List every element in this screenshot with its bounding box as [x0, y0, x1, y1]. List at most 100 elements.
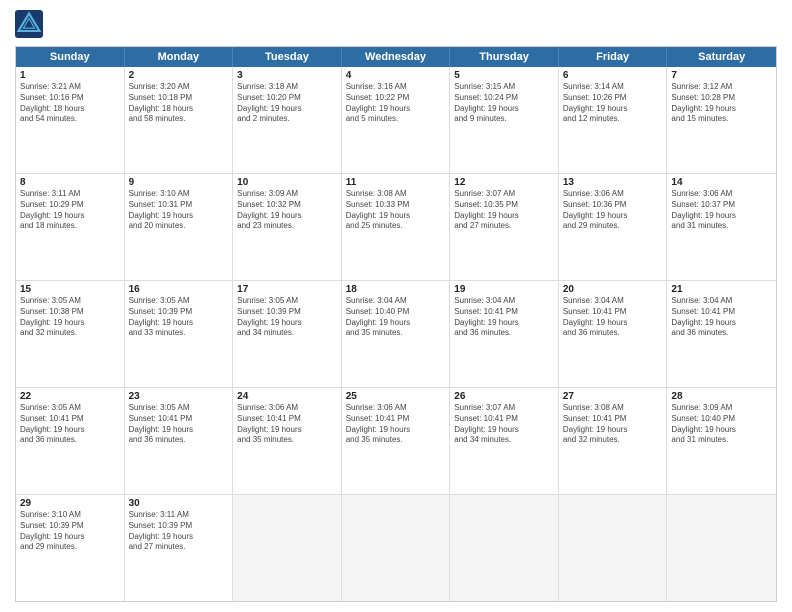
header: [15, 10, 777, 38]
day-info: Sunrise: 3:05 AM Sunset: 10:41 PM Daylig…: [129, 403, 229, 446]
header-day-saturday: Saturday: [667, 47, 776, 67]
day-cell-25: 25Sunrise: 3:06 AM Sunset: 10:41 PM Dayl…: [342, 388, 451, 494]
day-info: Sunrise: 3:05 AM Sunset: 10:38 PM Daylig…: [20, 296, 120, 339]
header-day-friday: Friday: [559, 47, 668, 67]
day-cell-22: 22Sunrise: 3:05 AM Sunset: 10:41 PM Dayl…: [16, 388, 125, 494]
page: SundayMondayTuesdayWednesdayThursdayFrid…: [0, 0, 792, 612]
day-info: Sunrise: 3:04 AM Sunset: 10:41 PM Daylig…: [454, 296, 554, 339]
day-info: Sunrise: 3:06 AM Sunset: 10:36 PM Daylig…: [563, 189, 663, 232]
calendar-row-2: 8Sunrise: 3:11 AM Sunset: 10:29 PM Dayli…: [16, 173, 776, 280]
day-cell-11: 11Sunrise: 3:08 AM Sunset: 10:33 PM Dayl…: [342, 174, 451, 280]
day-cell-3: 3Sunrise: 3:18 AM Sunset: 10:20 PM Dayli…: [233, 67, 342, 173]
day-number: 14: [671, 177, 772, 188]
day-cell-23: 23Sunrise: 3:05 AM Sunset: 10:41 PM Dayl…: [125, 388, 234, 494]
day-info: Sunrise: 3:12 AM Sunset: 10:28 PM Daylig…: [671, 82, 772, 125]
header-day-wednesday: Wednesday: [342, 47, 451, 67]
day-info: Sunrise: 3:09 AM Sunset: 10:32 PM Daylig…: [237, 189, 337, 232]
day-info: Sunrise: 3:20 AM Sunset: 10:18 PM Daylig…: [129, 82, 229, 125]
day-number: 3: [237, 70, 337, 81]
day-cell-26: 26Sunrise: 3:07 AM Sunset: 10:41 PM Dayl…: [450, 388, 559, 494]
day-cell-30: 30Sunrise: 3:11 AM Sunset: 10:39 PM Dayl…: [125, 495, 234, 601]
day-number: 19: [454, 284, 554, 295]
day-cell-18: 18Sunrise: 3:04 AM Sunset: 10:40 PM Dayl…: [342, 281, 451, 387]
day-number: 15: [20, 284, 120, 295]
day-cell-17: 17Sunrise: 3:05 AM Sunset: 10:39 PM Dayl…: [233, 281, 342, 387]
day-cell-7: 7Sunrise: 3:12 AM Sunset: 10:28 PM Dayli…: [667, 67, 776, 173]
day-number: 22: [20, 391, 120, 402]
day-info: Sunrise: 3:06 AM Sunset: 10:37 PM Daylig…: [671, 189, 772, 232]
day-info: Sunrise: 3:05 AM Sunset: 10:39 PM Daylig…: [237, 296, 337, 339]
empty-cell: [667, 495, 776, 601]
day-info: Sunrise: 3:11 AM Sunset: 10:29 PM Daylig…: [20, 189, 120, 232]
calendar-body: 1Sunrise: 3:21 AM Sunset: 10:16 PM Dayli…: [16, 67, 776, 601]
day-info: Sunrise: 3:04 AM Sunset: 10:41 PM Daylig…: [563, 296, 663, 339]
day-number: 21: [671, 284, 772, 295]
calendar-row-4: 22 Sunrise: 3:05 AM Sunset: 10:41 PM Dayl…: [16, 387, 776, 494]
day-number: 9: [129, 177, 229, 188]
day-cell-19: 19Sunrise: 3:04 AM Sunset: 10:41 PM Dayl…: [450, 281, 559, 387]
day-number: 20: [563, 284, 663, 295]
empty-cell: [342, 495, 451, 601]
day-number: 13: [563, 177, 663, 188]
empty-cell: [559, 495, 668, 601]
logo: [15, 10, 47, 38]
day-number: 29: [20, 498, 120, 509]
day-cell-5: 5Sunrise: 3:15 AM Sunset: 10:24 PM Dayli…: [450, 67, 559, 173]
day-number: 17: [237, 284, 337, 295]
day-cell-10: 10Sunrise: 3:09 AM Sunset: 10:32 PM Dayl…: [233, 174, 342, 280]
day-number: 8: [20, 177, 120, 188]
calendar-row-3: 15Sunrise: 3:05 AM Sunset: 10:38 PM Dayl…: [16, 280, 776, 387]
day-number: 23: [129, 391, 229, 402]
day-cell-24: 24Sunrise: 3:06 AM Sunset: 10:41 PM Dayl…: [233, 388, 342, 494]
day-info: Sunrise: 3:16 AM Sunset: 10:22 PM Daylig…: [346, 82, 446, 125]
day-number: 5: [454, 70, 554, 81]
day-info: Sunrise: 3:11 AM Sunset: 10:39 PM Daylig…: [129, 510, 229, 553]
day-cell-16: 16Sunrise: 3:05 AM Sunset: 10:39 PM Dayl…: [125, 281, 234, 387]
day-info: Sunrise: 3:10 AM Sunset: 10:31 PM Daylig…: [129, 189, 229, 232]
day-info: Sunrise: 3:18 AM Sunset: 10:20 PM Daylig…: [237, 82, 337, 125]
day-number: 2: [129, 70, 229, 81]
day-cell-29: 29Sunrise: 3:10 AM Sunset: 10:39 PM Dayl…: [16, 495, 125, 601]
empty-cell: [450, 495, 559, 601]
day-cell-14: 14Sunrise: 3:06 AM Sunset: 10:37 PM Dayl…: [667, 174, 776, 280]
calendar: SundayMondayTuesdayWednesdayThursdayFrid…: [15, 46, 777, 602]
day-info: Sunrise: 3:08 AM Sunset: 10:41 PM Daylig…: [563, 403, 663, 446]
day-cell-28: 28Sunrise: 3:09 AM Sunset: 10:40 PM Dayl…: [667, 388, 776, 494]
day-info: Sunrise: 3:21 AM Sunset: 10:16 PM Daylig…: [20, 82, 120, 125]
calendar-row-5: 29Sunrise: 3:10 AM Sunset: 10:39 PM Dayl…: [16, 494, 776, 601]
day-number: 10: [237, 177, 337, 188]
day-info: Sunrise: 3:08 AM Sunset: 10:33 PM Daylig…: [346, 189, 446, 232]
day-number: 11: [346, 177, 446, 188]
day-cell-21: 21Sunrise: 3:04 AM Sunset: 10:41 PM Dayl…: [667, 281, 776, 387]
day-number: 24: [237, 391, 337, 402]
day-number: 12: [454, 177, 554, 188]
day-cell-4: 4Sunrise: 3:16 AM Sunset: 10:22 PM Dayli…: [342, 67, 451, 173]
day-number: 28: [671, 391, 772, 402]
day-number: 25: [346, 391, 446, 402]
day-info: Sunrise: 3:15 AM Sunset: 10:24 PM Daylig…: [454, 82, 554, 125]
day-number: 6: [563, 70, 663, 81]
empty-cell: [233, 495, 342, 601]
day-cell-2: 2Sunrise: 3:20 AM Sunset: 10:18 PM Dayli…: [125, 67, 234, 173]
day-cell-13: 13Sunrise: 3:06 AM Sunset: 10:36 PM Dayl…: [559, 174, 668, 280]
day-number: 30: [129, 498, 229, 509]
day-info: Sunrise: 3:14 AM Sunset: 10:26 PM Daylig…: [563, 82, 663, 125]
day-info: Sunrise: 3:09 AM Sunset: 10:40 PM Daylig…: [671, 403, 772, 446]
day-number: 16: [129, 284, 229, 295]
day-number: 26: [454, 391, 554, 402]
day-number: 18: [346, 284, 446, 295]
day-cell-8: 8Sunrise: 3:11 AM Sunset: 10:29 PM Dayli…: [16, 174, 125, 280]
day-cell-6: 6Sunrise: 3:14 AM Sunset: 10:26 PM Dayli…: [559, 67, 668, 173]
day-number: 27: [563, 391, 663, 402]
day-info: Sunrise: 3:04 AM Sunset: 10:41 PM Daylig…: [671, 296, 772, 339]
day-info: Sunrise: 3:05 AM Sunset: 10:39 PM Daylig…: [129, 296, 229, 339]
day-info: Sunrise: 3:07 AM Sunset: 10:35 PM Daylig…: [454, 189, 554, 232]
header-day-tuesday: Tuesday: [233, 47, 342, 67]
day-cell-15: 15Sunrise: 3:05 AM Sunset: 10:38 PM Dayl…: [16, 281, 125, 387]
calendar-row-1: 1Sunrise: 3:21 AM Sunset: 10:16 PM Dayli…: [16, 67, 776, 173]
day-number: 4: [346, 70, 446, 81]
day-cell-12: 12Sunrise: 3:07 AM Sunset: 10:35 PM Dayl…: [450, 174, 559, 280]
day-cell-1: 1Sunrise: 3:21 AM Sunset: 10:16 PM Dayli…: [16, 67, 125, 173]
day-info: Sunrise: 3:04 AM Sunset: 10:40 PM Daylig…: [346, 296, 446, 339]
day-number: 7: [671, 70, 772, 81]
